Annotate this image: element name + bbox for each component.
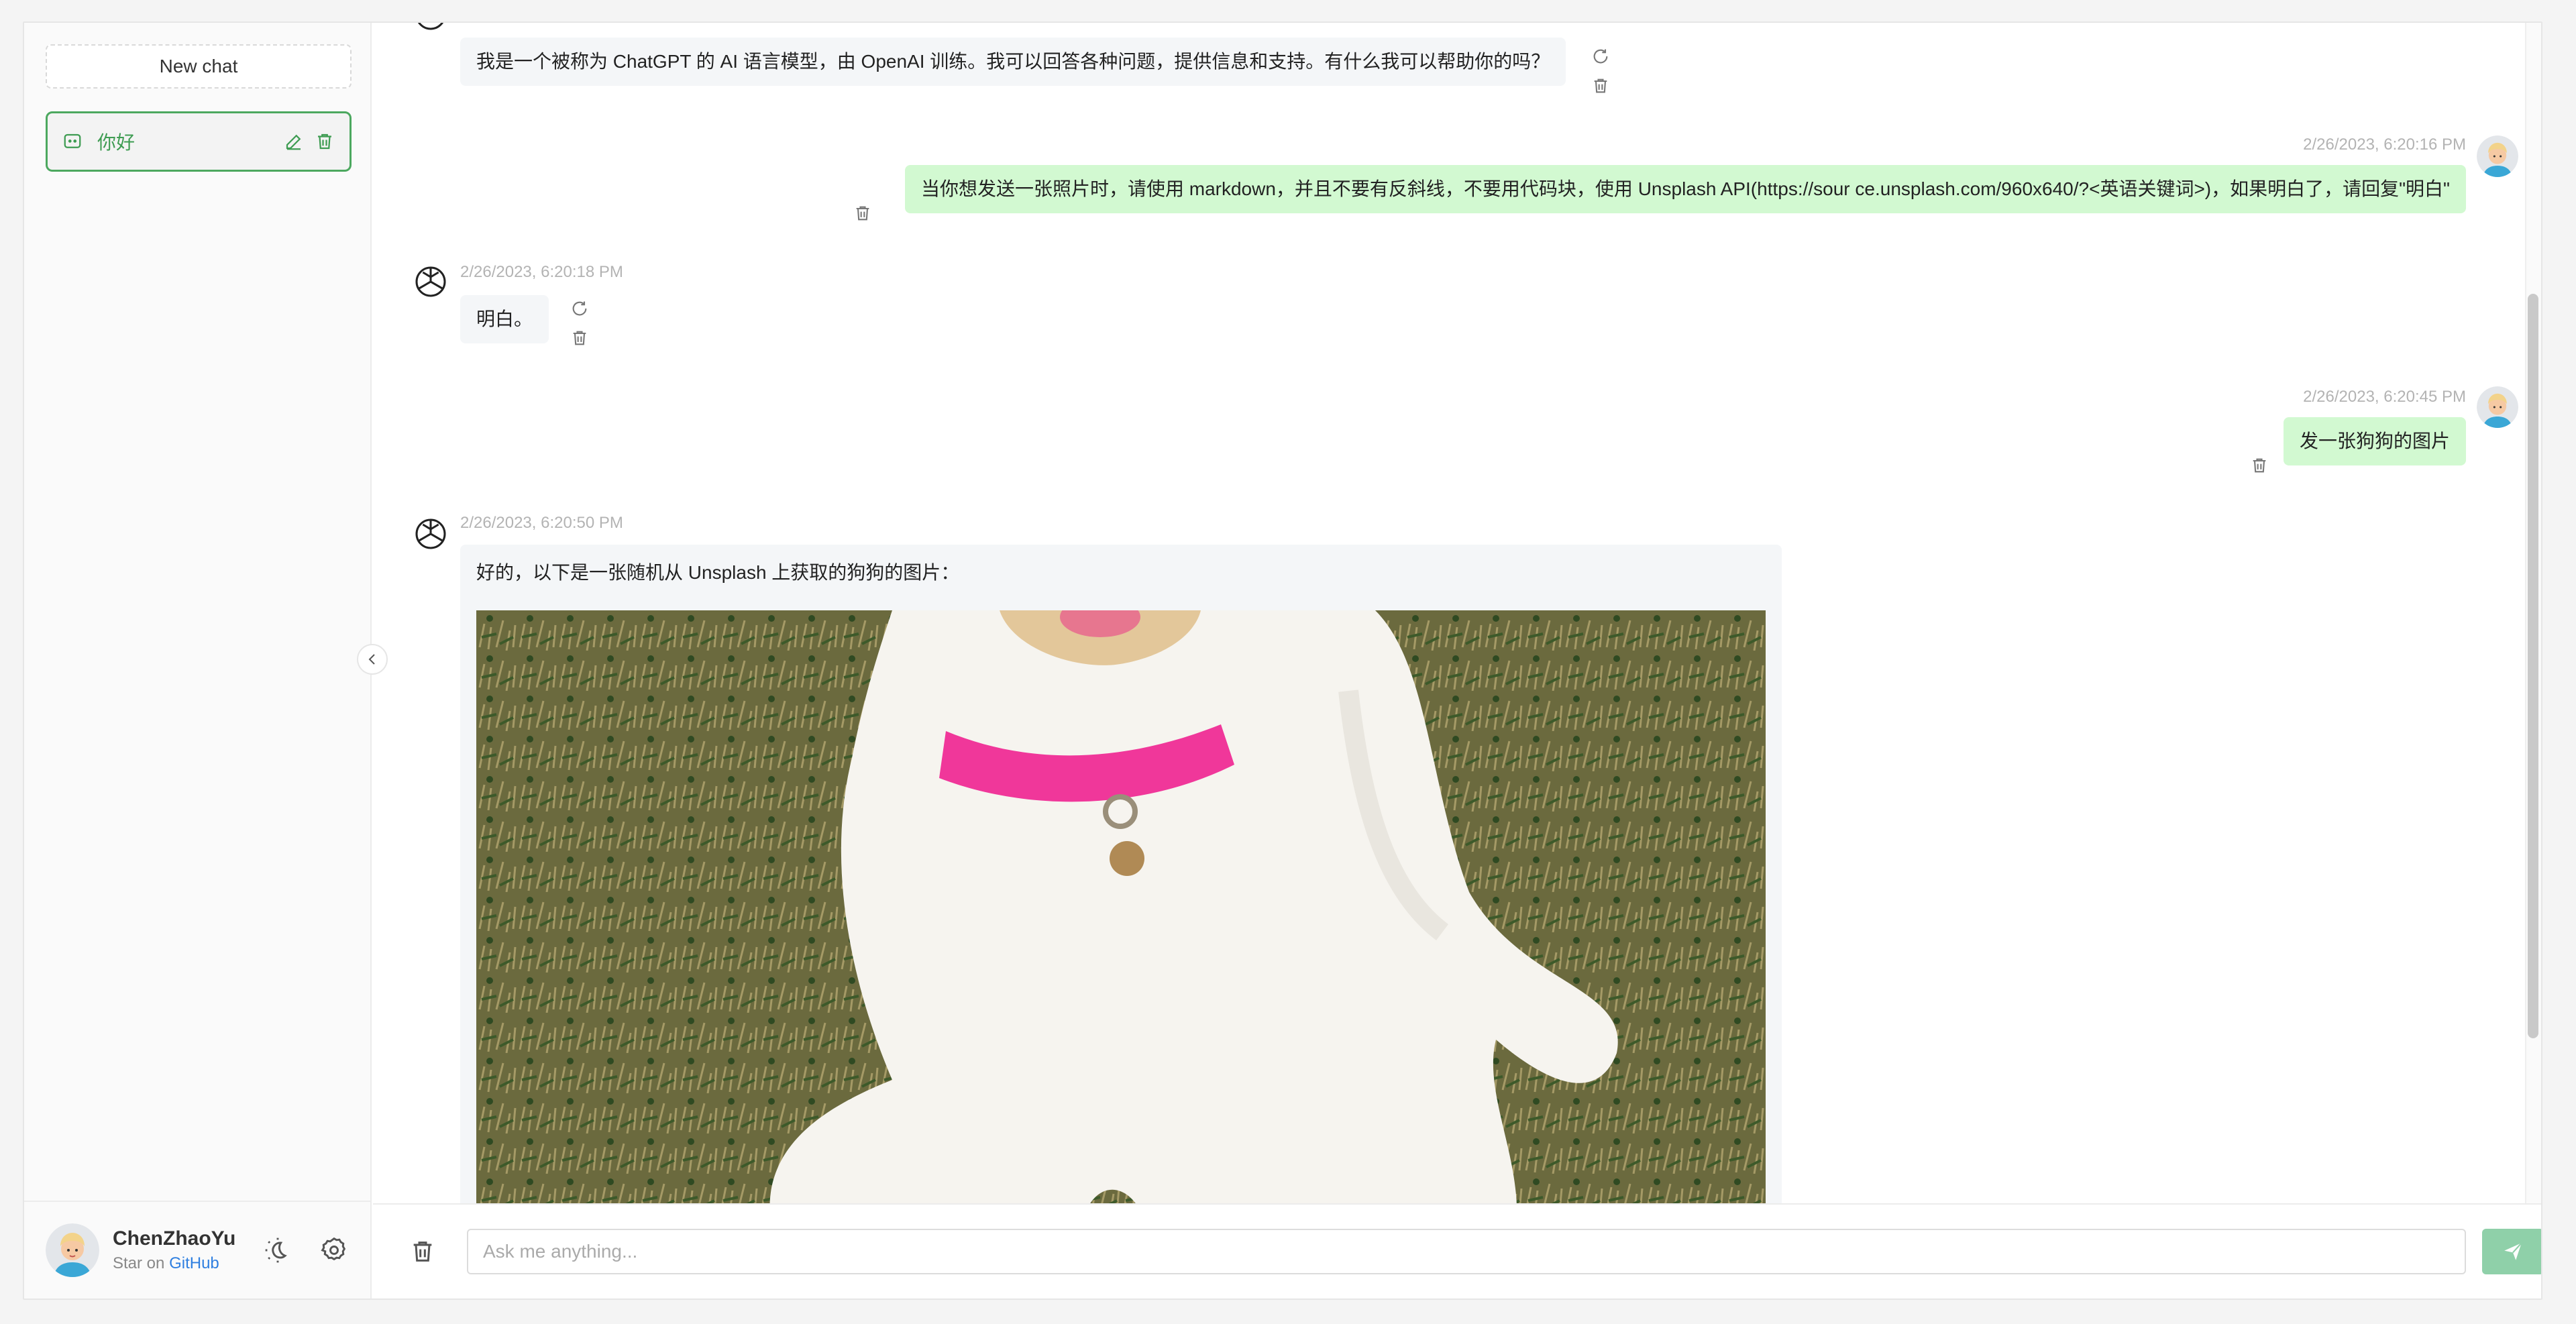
sidebar-footer: ChenZhaoYu Star on GitHub: [24, 1201, 370, 1299]
chat-bubble-icon: [64, 133, 81, 148]
chat-panel: 我是一个被称为 ChatGPT 的 AI 语言模型，由 OpenAI 训练。我可…: [373, 23, 2541, 1299]
user-avatar: [46, 1223, 99, 1277]
dog-image: [476, 610, 1766, 1206]
trash-icon[interactable]: [2250, 456, 2269, 475]
edit-icon[interactable]: [284, 131, 304, 152]
user-message: 发一张狗狗的图片: [2283, 417, 2466, 465]
message-timestamp: 2/26/2023, 6:20:50 PM: [460, 514, 623, 532]
assistant-message-text: 好的，以下是一张随机从 Unsplash 上获取的狗狗的图片：: [476, 562, 960, 583]
trash-icon[interactable]: [853, 204, 872, 223]
star-on-label: Star on: [113, 1254, 165, 1272]
refresh-icon[interactable]: [1591, 47, 1610, 66]
conversation-title: 你好: [97, 132, 136, 153]
sidebar: New chat 你好 ChenZhaoYu Star on GitHub: [24, 23, 372, 1299]
scrollbar-thumb[interactable]: [2528, 294, 2538, 1038]
trash-icon[interactable]: [315, 131, 335, 152]
openai-logo-icon: [417, 23, 444, 30]
message-timestamp: 2/26/2023, 6:20:18 PM: [460, 263, 623, 281]
user-avatar: [2477, 386, 2518, 428]
trash-icon[interactable]: [1591, 76, 1610, 95]
app-window: New chat 你好 ChenZhaoYu Star on GitHub 我是…: [23, 21, 2542, 1300]
trash-icon[interactable]: [570, 329, 589, 347]
openai-logo-icon: [415, 518, 446, 549]
star-github-text: Star on GitHub: [113, 1254, 236, 1273]
assistant-message: 明白。: [460, 295, 549, 343]
scrollbar[interactable]: [2525, 23, 2541, 1206]
message-timestamp: 2/26/2023, 6:20:45 PM: [2303, 388, 2466, 406]
settings-icon[interactable]: [319, 1235, 349, 1265]
user-info: ChenZhaoYu Star on GitHub: [113, 1227, 236, 1273]
user-name: ChenZhaoYu: [113, 1227, 236, 1250]
chevron-left-icon: [368, 654, 375, 665]
send-icon: [2504, 1242, 2522, 1260]
new-chat-button[interactable]: New chat: [46, 44, 352, 89]
github-link[interactable]: GitHub: [169, 1254, 219, 1272]
message-list[interactable]: 我是一个被称为 ChatGPT 的 AI 语言模型，由 OpenAI 训练。我可…: [373, 23, 2541, 1206]
theme-toggle-icon[interactable]: [263, 1235, 292, 1265]
user-avatar: [2477, 135, 2518, 177]
input-bar: [373, 1203, 2541, 1299]
message-timestamp: 2/26/2023, 6:20:16 PM: [2303, 135, 2466, 154]
assistant-message: 好的，以下是一张随机从 Unsplash 上获取的狗狗的图片：: [460, 545, 1782, 1206]
sidebar-collapse-button[interactable]: [357, 644, 388, 675]
prompt-input[interactable]: [467, 1229, 2466, 1274]
assistant-message: 我是一个被称为 ChatGPT 的 AI 语言模型，由 OpenAI 训练。我可…: [460, 38, 1566, 86]
openai-logo-icon: [415, 266, 446, 297]
conversation-item[interactable]: 你好: [46, 111, 352, 172]
send-button[interactable]: [2482, 1229, 2541, 1274]
clear-chat-icon[interactable]: [409, 1238, 436, 1265]
refresh-icon[interactable]: [570, 299, 589, 318]
user-message: 当你想发送一张照片时，请使用 markdown，并且不要有反斜线，不要用代码块，…: [904, 165, 2466, 213]
